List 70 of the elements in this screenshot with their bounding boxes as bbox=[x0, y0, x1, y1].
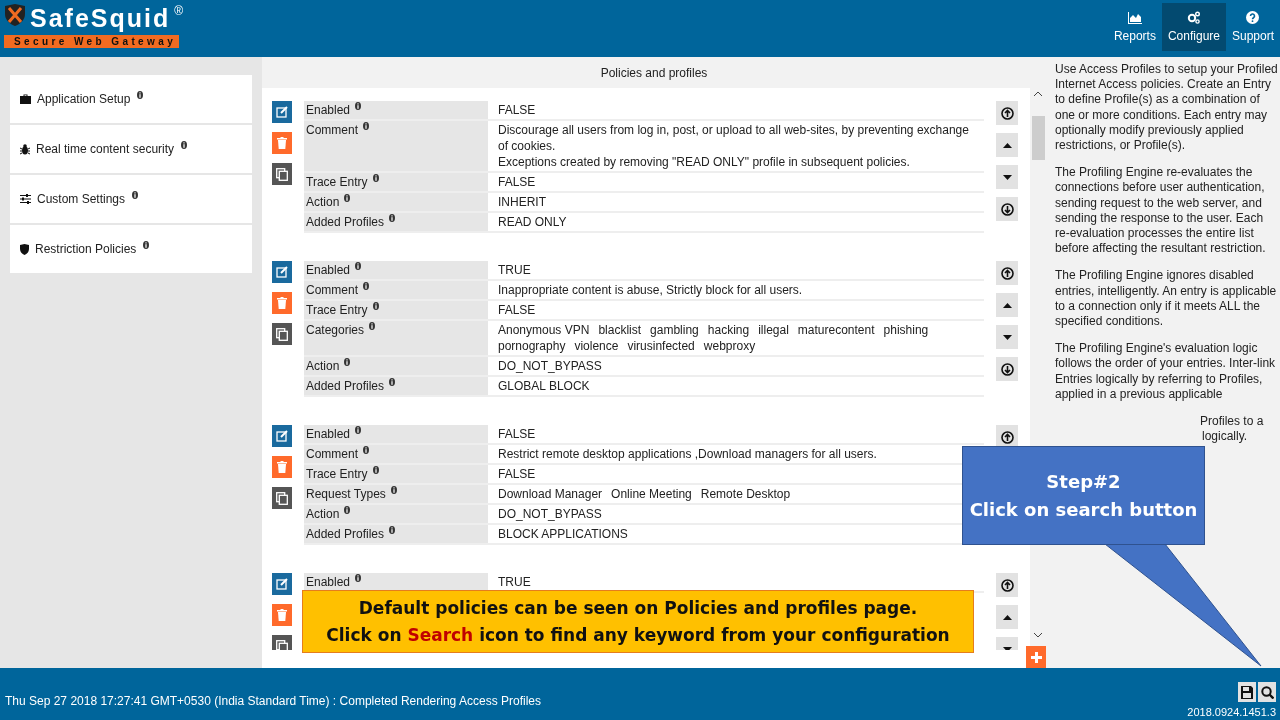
field-label: Enabled bbox=[306, 102, 351, 118]
logo-text: SafeSquid bbox=[30, 4, 171, 32]
field-value: INHERIT bbox=[497, 194, 547, 211]
tag-text: Online Meeting bbox=[611, 486, 692, 502]
nav-tab[interactable]: Support bbox=[1225, 3, 1280, 51]
logo-tagline: Secure Web Gateway bbox=[4, 35, 179, 48]
field-label: Enabled bbox=[306, 574, 351, 590]
field-value: Discourage all users from log in, post, or upload to all web-sites, by preventing exchange of cookies. Exceptions created by removing "READ ONLY" profile in subsequent policies. bbox=[497, 122, 970, 171]
tag-text: maturecontent bbox=[797, 322, 875, 338]
tag-text: Anonymous VPN bbox=[498, 322, 590, 338]
field-label: Enabled bbox=[306, 262, 351, 278]
help-paragraph: The Profiling Engine ignores disabled entries, intelligently. An entry is applicable to a connection only if it meets ALL the specified conditions. bbox=[1055, 268, 1278, 330]
field-label: Comment bbox=[306, 122, 358, 139]
field-value: TRUE bbox=[497, 574, 532, 591]
tag-text: hacking bbox=[707, 322, 750, 338]
sidebar-item[interactable]: Application Setup bbox=[10, 75, 252, 123]
tag-text: gambling bbox=[650, 322, 699, 338]
field-value: DO_NOT_BYPASS bbox=[497, 358, 603, 375]
field-label: Request Types bbox=[306, 486, 386, 502]
panel-title: Policies and profiles bbox=[262, 57, 1046, 88]
field-label: Categories bbox=[306, 322, 365, 339]
field-value: BLOCK APPLICATIONS bbox=[497, 526, 629, 543]
field-label: Trace Entry bbox=[306, 302, 368, 318]
field-label: Trace Entry bbox=[306, 174, 368, 190]
nav-tab[interactable]: Configure bbox=[1161, 3, 1226, 51]
tag-text: illegal bbox=[758, 322, 789, 338]
field-label: Added Profiles bbox=[306, 214, 385, 230]
help-text: Profiles to a bbox=[1200, 414, 1265, 430]
field-value: Inappropriate content is abuse, Strictly block for all users. bbox=[497, 282, 804, 299]
help-paragraph: The Profiling Engine re-evaluates the connections before user authentication, sending request to the web server, and sending the response to the user. Each re-evaluation processes the entire list before affecting the resultant restriction. bbox=[1055, 165, 1267, 257]
sidebar-item[interactable]: Restriction Policies bbox=[10, 225, 252, 273]
field-value: GLOBAL BLOCK bbox=[497, 378, 591, 395]
tag-text: phishing bbox=[883, 322, 929, 338]
field-value: Restrict remote desktop applications ,Download managers for all users. bbox=[497, 446, 878, 463]
field-value: TRUE bbox=[497, 262, 532, 279]
field-label: Action bbox=[306, 506, 340, 522]
field-value: FALSE bbox=[497, 102, 537, 119]
help-paragraph: The Profiling Engine's evaluation logic follows the order of your entries. Inter-link Entries logically by referring to Profiles, applied in a previous applicable bbox=[1055, 341, 1277, 403]
callout-text: Click on search button bbox=[969, 497, 1198, 522]
field-label: Action bbox=[306, 358, 340, 374]
tag-text: Remote Desktop bbox=[700, 486, 791, 502]
field-label: Enabled bbox=[306, 426, 351, 442]
sidebar-item[interactable]: Custom Settings bbox=[10, 175, 252, 223]
field-value: FALSE bbox=[497, 466, 537, 483]
field-value: FALSE bbox=[497, 174, 537, 191]
tag-text: pornography bbox=[498, 338, 566, 354]
field-label: Action bbox=[306, 194, 340, 210]
field-label: Added Profiles bbox=[306, 526, 385, 542]
help-text: logically. bbox=[1201, 429, 1249, 445]
version-text: 2018.0924.1451.3 bbox=[1187, 706, 1276, 718]
help-paragraph: Use Access Profiles to setup your Profiled Internet Access policies. Create an Entry to define Profile(s) as a combination of one or more conditions. Each entry may optionally modify previously applied restrictions, or Profile(s). bbox=[1055, 62, 1279, 154]
status-message: Thu Sep 27 2018 17:27:41 GMT+0530 (India Standard Time) : Completed Rendering Access Profiles bbox=[5, 694, 541, 708]
field-label: Added Profiles bbox=[306, 378, 385, 394]
field-value: READ ONLY bbox=[497, 214, 568, 231]
field-value: FALSE bbox=[497, 426, 537, 443]
registered-mark: ® bbox=[174, 4, 184, 18]
tag-text: blacklist bbox=[598, 322, 642, 338]
tag-text: virusinfected bbox=[627, 338, 695, 354]
tag-text: Download Manager bbox=[498, 486, 603, 502]
nav-tab[interactable]: Reports bbox=[1107, 3, 1162, 51]
field-label: Trace Entry bbox=[306, 466, 368, 482]
tag-text: webproxy bbox=[703, 338, 756, 354]
tag-text: violence bbox=[574, 338, 619, 354]
field-value: FALSE bbox=[497, 302, 537, 319]
tip-text: Default policies can be seen on Policies and profiles page. bbox=[358, 596, 918, 620]
field-label: Comment bbox=[306, 282, 358, 298]
tip-text: Click on Search icon to find any keyword from your configuration bbox=[326, 623, 950, 647]
field-label: Comment bbox=[306, 446, 358, 462]
callout-title: Step#2 bbox=[1046, 469, 1121, 494]
sidebar-item[interactable]: Real time content security bbox=[10, 125, 252, 173]
